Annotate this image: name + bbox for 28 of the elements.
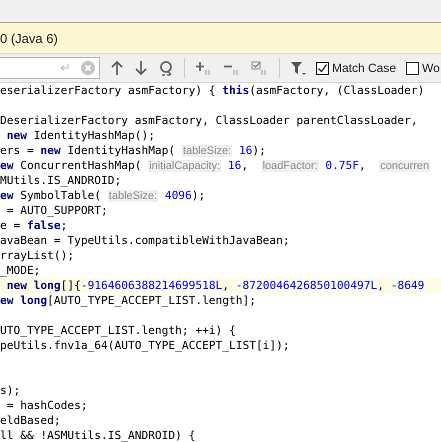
- code-line: _MODE;: [0, 264, 40, 277]
- code-line: = hashCodes;: [6, 399, 88, 412]
- code-line: ll && !ASMUtils.IS_ANDROID) {: [0, 429, 196, 442]
- down-arrow-icon[interactable]: [134, 60, 148, 76]
- code-line: peUtils.fnv1a_64(AUTO_TYPE_ACCEPT_LIST[i]);: [0, 339, 290, 352]
- code-line: eldBased;: [0, 414, 61, 427]
- code-line: ew SymbolTable( tableSize: 4096);: [0, 189, 206, 202]
- code-line: avaBean = TypeUtils.compatibleWithJavaBean;: [0, 234, 290, 247]
- code-line: ew long[AUTO_TYPE_ACCEPT_LIST.length];: [0, 294, 256, 307]
- up-arrow-icon[interactable]: [110, 60, 124, 76]
- code-line: s);: [0, 384, 20, 397]
- match-case-checkbox[interactable]: Match Case: [316, 61, 396, 75]
- code-line: eserializerFactory asmFactory) { this(asmFactory, (ClassLoader): [0, 84, 424, 97]
- find-all-icon[interactable]: [158, 60, 174, 76]
- code-line: rrayList();: [0, 249, 74, 262]
- code-line: new IdentityHashMap();: [6, 129, 155, 142]
- code-line: ew ConcurrentHashMap( initialCapacity: 16, loadFactor: 0.75F, concurren: [0, 159, 430, 172]
- checkmark-icon: [317, 62, 328, 74]
- code-line: MUtils.IS_ANDROID;: [0, 174, 122, 187]
- words-checkbox[interactable]: Wo: [406, 61, 440, 75]
- code-line: ers = new IdentityHashMap( tableSize: 16);: [0, 144, 266, 157]
- code-line: DeserializerFactory asmFactory, ClassLoader parentClassLoader,: [0, 114, 418, 127]
- filter-icon[interactable]: [290, 60, 306, 76]
- banner-text: 0 (Java 6): [0, 30, 58, 46]
- code-line: new long[]{-9164606388214699518L, -8720046426850100497L, -8649: [6, 279, 424, 292]
- code-line: UTO_TYPE_ACCEPT_LIST.length; ++i) {: [0, 324, 236, 337]
- code-line: = AUTO_SUPPORT;: [6, 204, 108, 217]
- code-line: e = false;: [0, 219, 68, 232]
